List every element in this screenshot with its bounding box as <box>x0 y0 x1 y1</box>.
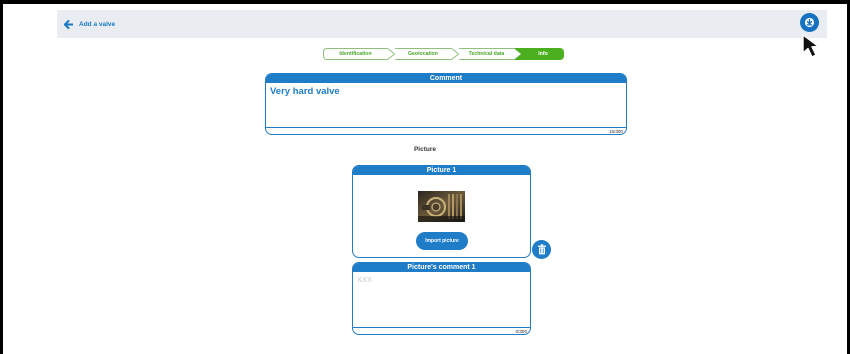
back-button[interactable]: Add a valve <box>64 17 115 31</box>
step-label: Info <box>538 51 548 57</box>
back-label: Add a valve <box>79 20 116 28</box>
wizard-steps: Identification Geolocation Technical dat… <box>323 48 564 60</box>
chevron-right-icon <box>514 48 522 60</box>
picture-comment-card: Picture's comment 1 XXX 0/300 <box>352 262 531 335</box>
chevron-right-icon <box>387 48 395 60</box>
comment-title: Comment <box>266 74 626 83</box>
arrow-left-icon <box>64 19 73 29</box>
step-label: Geolocation <box>408 51 438 57</box>
delete-picture-button[interactable] <box>532 240 551 259</box>
picture-comment-textarea[interactable]: XXX 0/300 <box>353 272 530 334</box>
divider <box>266 127 626 128</box>
valve-photo-thumbnail[interactable] <box>418 191 465 222</box>
divider <box>353 327 530 328</box>
step-identification[interactable]: Identification <box>323 48 387 60</box>
save-download-button[interactable] <box>800 13 819 32</box>
import-picture-button[interactable]: Import picture <box>416 232 468 250</box>
mouse-pointer-icon <box>802 34 820 58</box>
step-label: Technical data <box>468 51 505 57</box>
picture-card-title: Picture 1 <box>353 166 530 175</box>
download-icon <box>804 17 815 28</box>
step-info[interactable]: Info <box>522 48 564 60</box>
picture-comment-placeholder: XXX <box>357 275 373 284</box>
comment-card: Comment Very hard valve 15/300 <box>265 73 627 135</box>
picture-section-title: Picture <box>413 146 437 153</box>
comment-value: Very hard valve <box>270 86 340 97</box>
step-technical-data[interactable]: Technical data <box>459 48 514 60</box>
top-bar <box>57 10 827 38</box>
picture-comment-title: Picture's comment 1 <box>353 263 530 272</box>
trash-icon <box>537 244 546 255</box>
chevron-right-icon <box>451 48 459 60</box>
comment-textarea[interactable]: Very hard valve 15/300 <box>266 83 626 134</box>
picture-card: Picture 1 Import picture <box>352 165 531 258</box>
char-counter: 15/300 <box>608 129 623 134</box>
step-geolocation[interactable]: Geolocation <box>395 48 451 60</box>
char-counter: 0/300 <box>515 329 528 334</box>
step-label: Identification <box>339 51 372 57</box>
